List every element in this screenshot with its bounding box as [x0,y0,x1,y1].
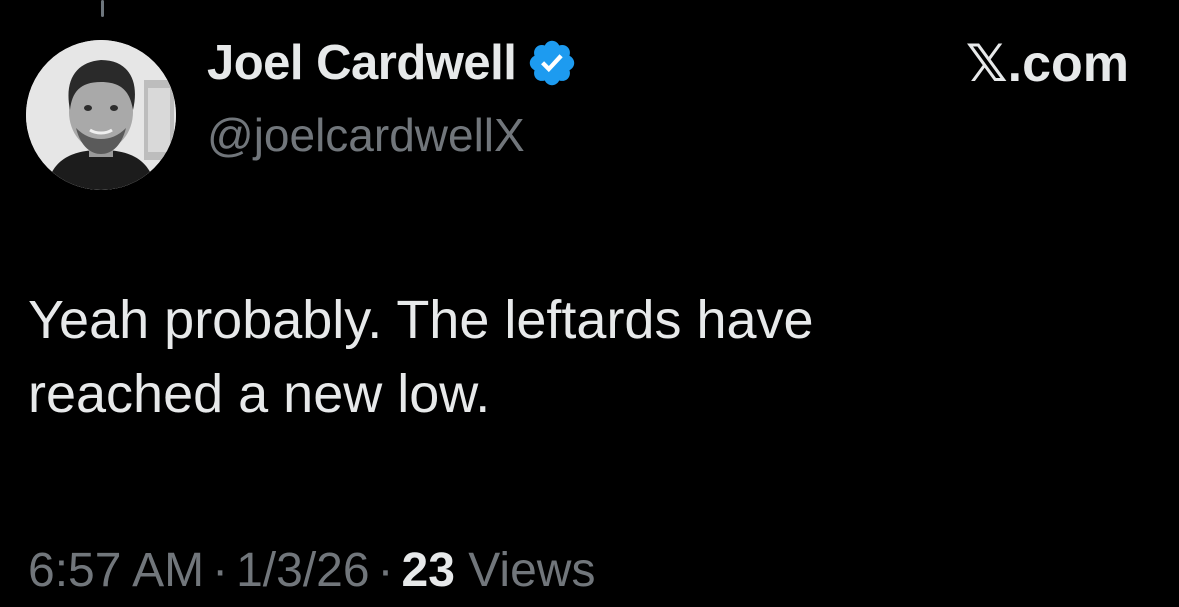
tweet-meta-row: 6:57 AM · 1/3/26 · 23 Views [28,543,595,598]
tweet-text-line-1: Yeah probably. The leftards have [28,290,814,350]
profile-photo-icon [26,40,176,190]
author-handle[interactable]: @joelcardwellX [207,108,525,162]
tweet-time[interactable]: 6:57 AM [28,544,204,597]
verified-badge-icon [526,37,578,89]
x-com-brand-label: 𝕏.com [965,35,1129,93]
views-label: Views [468,544,596,597]
meta-separator: · [212,544,229,597]
meta-separator: · [377,544,394,597]
avatar[interactable] [26,40,176,190]
author-display-name[interactable]: Joel Cardwell [207,35,517,91]
tweet-text: Yeah probably. The leftards have reached… [28,283,1128,431]
thread-connector-line [101,0,104,17]
tweet-text-line-2: reached a new low. [28,364,491,424]
tweet-date[interactable]: 1/3/26 [236,544,369,597]
views-count: 23 [401,544,455,597]
author-name-row: Joel Cardwell [207,30,578,96]
